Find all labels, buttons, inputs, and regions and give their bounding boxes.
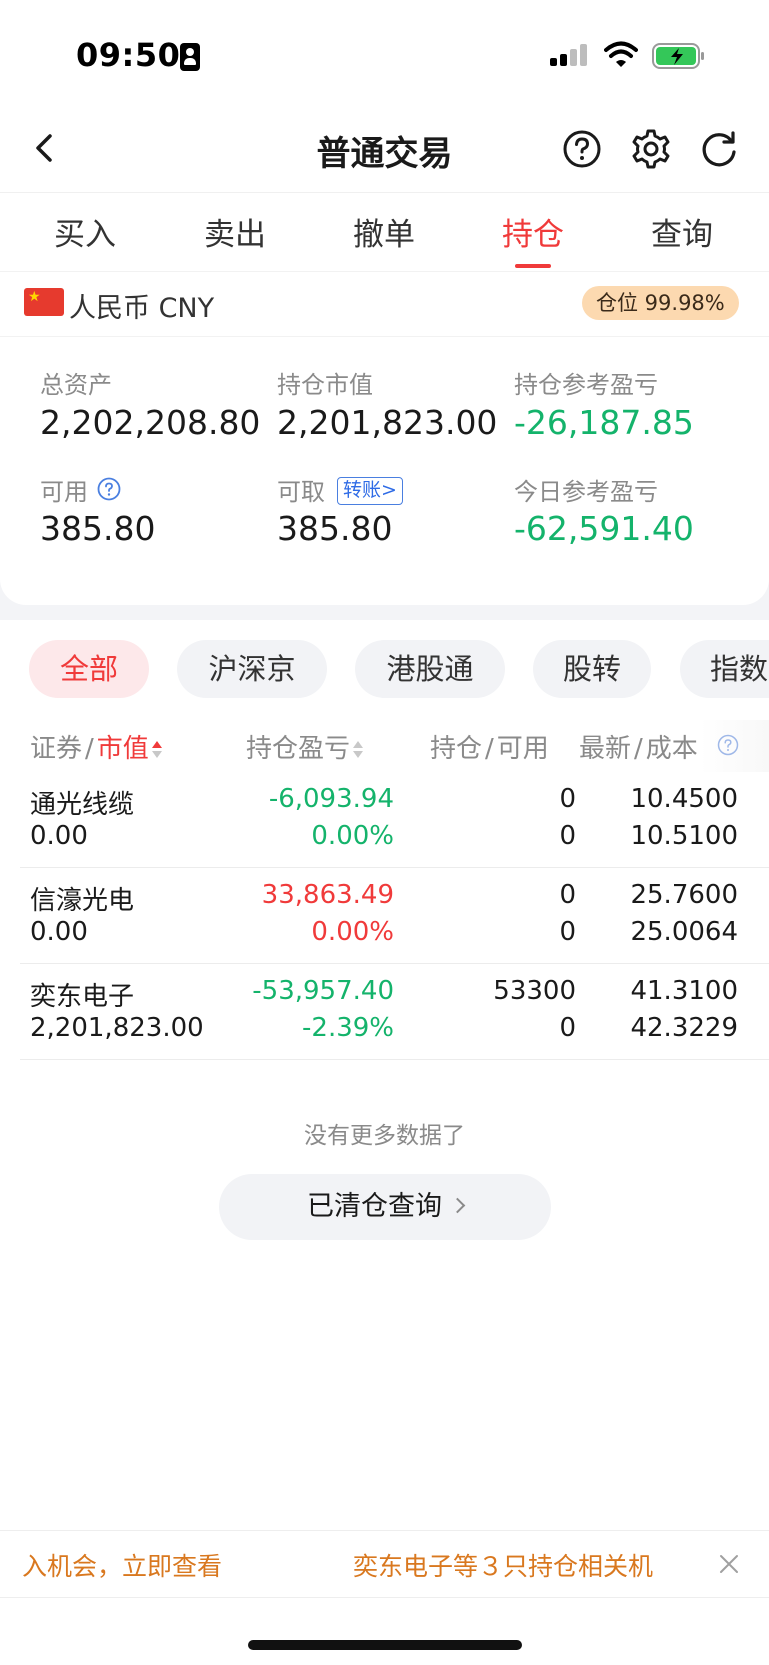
col-holding-available: 持仓 / 可用 <box>430 728 549 765</box>
cost-price: 10.5100 <box>630 821 738 851</box>
chevron-right-icon <box>449 1197 466 1214</box>
trade-tabs: 买入 卖出 撤单 持仓 查询 <box>0 192 769 270</box>
total-assets-value: 2,202,208.80 <box>40 403 261 442</box>
filter-hk-connect[interactable]: 港股通 <box>355 640 505 698</box>
tab-buy[interactable]: 买入 <box>25 209 145 254</box>
sort-arrows-icon <box>353 740 364 760</box>
col-separator: / <box>634 734 643 764</box>
wifi-icon <box>604 41 638 67</box>
holding-pl: -6,093.94 <box>268 784 394 814</box>
security-name: 通光线缆 <box>30 790 135 820</box>
latest-price: 10.4500 <box>630 784 738 814</box>
table-row[interactable]: 奕东电子 2,201,823.00 -53,957.40 -2.39% 5330… <box>20 964 769 1060</box>
available-label: 可用 <box>40 478 88 506</box>
filter-neeq[interactable]: 股转 <box>533 640 651 698</box>
tab-cancel-order[interactable]: 撤单 <box>324 209 444 254</box>
holding-pl-pct: 0.00% <box>311 917 394 947</box>
holding-qty: 0 <box>559 880 576 910</box>
available-qty: 0 <box>559 821 576 851</box>
security-name: 奕东电子 <box>30 982 135 1012</box>
china-flag-icon <box>24 288 64 316</box>
available-qty: 0 <box>559 917 576 947</box>
ticker-text-head: 奕东电子等３只持仓相关机 <box>353 1552 654 1581</box>
tab-query[interactable]: 查询 <box>622 209 742 254</box>
available-value: 385.80 <box>40 509 156 548</box>
col-latest-cost: 最新 / 成本 <box>579 728 698 765</box>
cleared-positions-label: 已清仓查询 <box>307 1191 442 1222</box>
tab-sell[interactable]: 卖出 <box>175 209 295 254</box>
table-row[interactable]: 通光线缆 0.00 -6,093.94 0.00% 0 0 10.4500 10… <box>20 772 769 868</box>
currency-row: 人民币 CNY 仓位 99.98% <box>0 271 769 337</box>
filter-index[interactable]: 指数 <box>680 640 769 698</box>
col-holding-label: 持仓 <box>430 734 483 764</box>
position-ratio-badge: 仓位 99.98% <box>582 286 739 320</box>
holding-pl-pct: -2.39% <box>302 1013 394 1043</box>
col-separator: / <box>85 734 94 764</box>
withdrawable-value: 385.80 <box>277 509 393 548</box>
market-value: 0.00 <box>30 821 88 851</box>
withdrawable-label: 可取 <box>277 478 325 506</box>
ticker-text-tail: 入机会，立即查看 <box>22 1552 223 1581</box>
col-cost-label: 成本 <box>645 734 698 764</box>
holding-pl: 33,863.49 <box>261 880 394 910</box>
market-value-value: 2,201,823.00 <box>277 403 498 442</box>
status-bar: 09:50 <box>0 0 769 110</box>
info-question-icon[interactable] <box>97 477 121 501</box>
col-separator: / <box>485 734 494 764</box>
available-qty: 0 <box>559 1013 576 1043</box>
transfer-button[interactable]: 转账> <box>337 477 403 505</box>
market-filter-chips: 全部 沪深京 港股通 股转 指数 <box>0 638 769 700</box>
col-market-value-label: 市值 <box>96 734 149 764</box>
notice-ticker[interactable]: 入机会，立即查看 奕东电子等３只持仓相关机 <box>0 1530 769 1598</box>
contact-card-icon <box>180 43 200 71</box>
battery-charging-icon <box>652 43 704 69</box>
col-pl-label: 持仓盈亏 <box>246 734 351 764</box>
col-security-label: 证券 <box>30 734 83 764</box>
cost-price: 42.3229 <box>630 1013 738 1043</box>
gear-icon[interactable] <box>630 128 672 170</box>
refresh-icon[interactable] <box>698 128 740 170</box>
today-pl-value: -62,591.40 <box>514 509 694 548</box>
no-more-data-text: 没有更多数据了 <box>304 1123 465 1149</box>
col-available-label: 可用 <box>496 734 549 764</box>
account-summary: 总资产 2,202,208.80 持仓市值 2,201,823.00 持仓参考盈… <box>0 337 769 605</box>
security-name: 信濠光电 <box>30 886 135 916</box>
home-indicator[interactable] <box>248 1640 522 1650</box>
today-pl-label: 今日参考盈亏 <box>514 478 658 506</box>
active-tab-indicator <box>515 264 551 268</box>
sort-arrows-icon <box>151 740 162 760</box>
market-value: 0.00 <box>30 917 88 947</box>
tab-positions[interactable]: 持仓 <box>473 209 593 254</box>
col-latest-label: 最新 <box>579 734 632 764</box>
latest-price: 41.3100 <box>630 976 738 1006</box>
nav-bar: 普通交易 <box>0 110 769 192</box>
holding-pl-label: 持仓参考盈亏 <box>514 371 658 399</box>
filter-sh-sz-bj[interactable]: 沪深京 <box>177 640 327 698</box>
holding-pl-value: -26,187.85 <box>514 403 694 442</box>
holding-pl: -53,957.40 <box>252 976 394 1006</box>
market-value: 2,201,823.00 <box>30 1013 204 1043</box>
market-value-label: 持仓市值 <box>277 371 373 399</box>
holding-pl-pct: 0.00% <box>311 821 394 851</box>
help-icon[interactable] <box>717 734 739 756</box>
col-security-market-value[interactable]: 证券 / 市值 <box>30 728 162 765</box>
holding-qty: 0 <box>559 784 576 814</box>
close-icon[interactable] <box>716 1551 742 1577</box>
table-header: 证券 / 市值 持仓盈亏 持仓 / 可用 最新 / 成本 <box>0 720 769 772</box>
cleared-positions-button[interactable]: 已清仓查询 <box>219 1174 551 1240</box>
holding-qty: 53300 <box>493 976 576 1006</box>
latest-price: 25.7600 <box>630 880 738 910</box>
status-time: 09:50 <box>76 36 181 74</box>
filter-all[interactable]: 全部 <box>29 640 149 698</box>
currency-label: 人民币 CNY <box>69 293 215 324</box>
total-assets-label: 总资产 <box>40 371 112 399</box>
table-row[interactable]: 信濠光电 0.00 33,863.49 0.00% 0 0 25.7600 25… <box>20 868 769 964</box>
cost-price: 25.0064 <box>630 917 738 947</box>
help-icon[interactable] <box>561 128 603 170</box>
cellular-signal-icon <box>550 44 587 66</box>
col-pl[interactable]: 持仓盈亏 <box>246 728 364 765</box>
